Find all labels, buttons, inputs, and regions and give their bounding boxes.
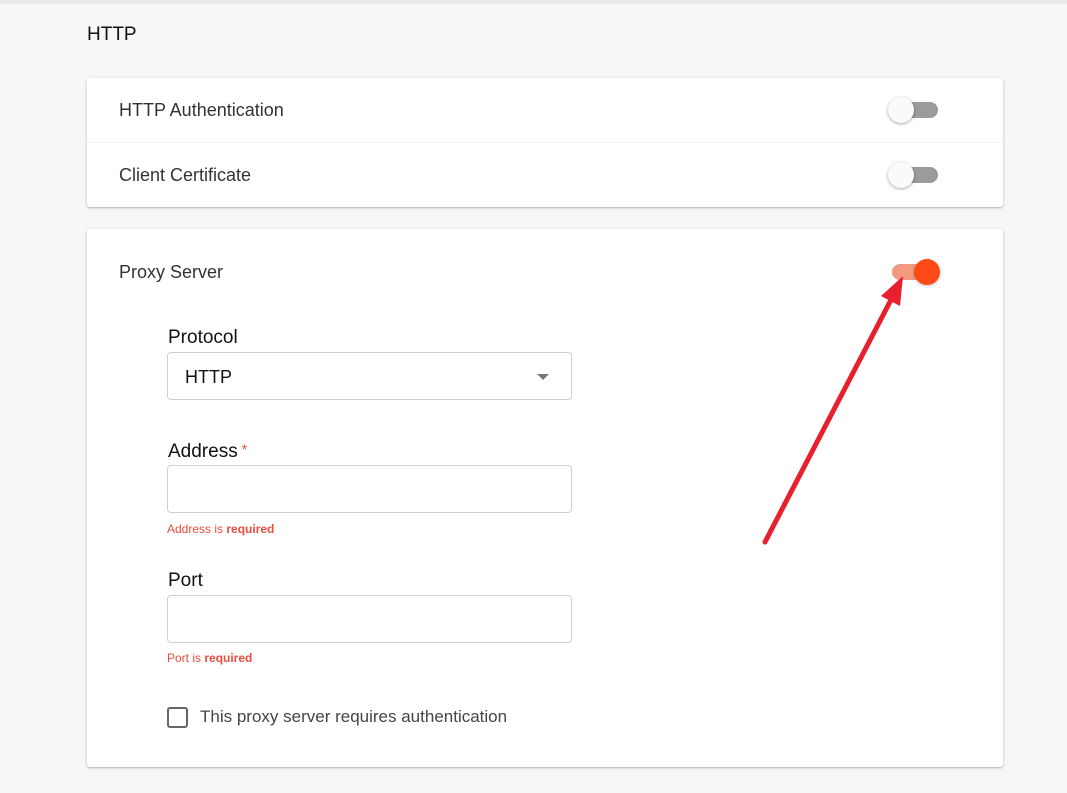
proxy-server-toggle[interactable] [888,258,942,286]
section-title: HTTP [87,24,137,45]
top-divider [0,0,1067,4]
proxy-auth-checkbox-label: This proxy server requires authenticatio… [200,707,508,726]
address-label-text: Address [168,441,238,462]
http-authentication-row: HTTP Authentication [87,78,1003,142]
proxy-server-label: Proxy Server [119,262,224,282]
protocol-label: Protocol [168,327,238,348]
toggle-knob [914,259,940,285]
address-input[interactable] [168,466,571,512]
port-error: Port is required [167,651,252,665]
port-label: Port [168,570,203,591]
chevron-down-icon [537,374,549,380]
proxy-server-card: Proxy Server Protocol HTTP Address * Addr… [87,229,1003,767]
client-certificate-toggle[interactable] [888,161,942,189]
http-options-card: HTTP Authentication Client Certificate [87,78,1003,207]
port-error-strong: required [204,651,253,665]
proxy-auth-checkbox[interactable] [167,706,188,728]
port-error-prefix: Port is [167,651,205,665]
required-asterisk: * [241,441,248,457]
toggle-knob [888,97,914,123]
address-label: Address * [168,441,247,463]
address-field[interactable] [167,465,572,513]
client-certificate-label: Client Certificate [119,165,252,185]
protocol-select[interactable]: HTTP [167,352,572,400]
http-authentication-label: HTTP Authentication [119,100,284,120]
address-error: Address is required [167,522,274,536]
http-authentication-toggle[interactable] [888,96,942,124]
port-input[interactable] [168,596,571,642]
port-field[interactable] [167,595,572,643]
address-error-strong: required [226,522,275,536]
protocol-selected-value: HTTP [185,367,232,387]
client-certificate-row: Client Certificate [87,142,1003,207]
address-error-prefix: Address is [167,522,227,536]
toggle-knob [888,162,914,188]
proxy-auth-checkbox-row[interactable]: This proxy server requires authenticatio… [167,706,507,728]
